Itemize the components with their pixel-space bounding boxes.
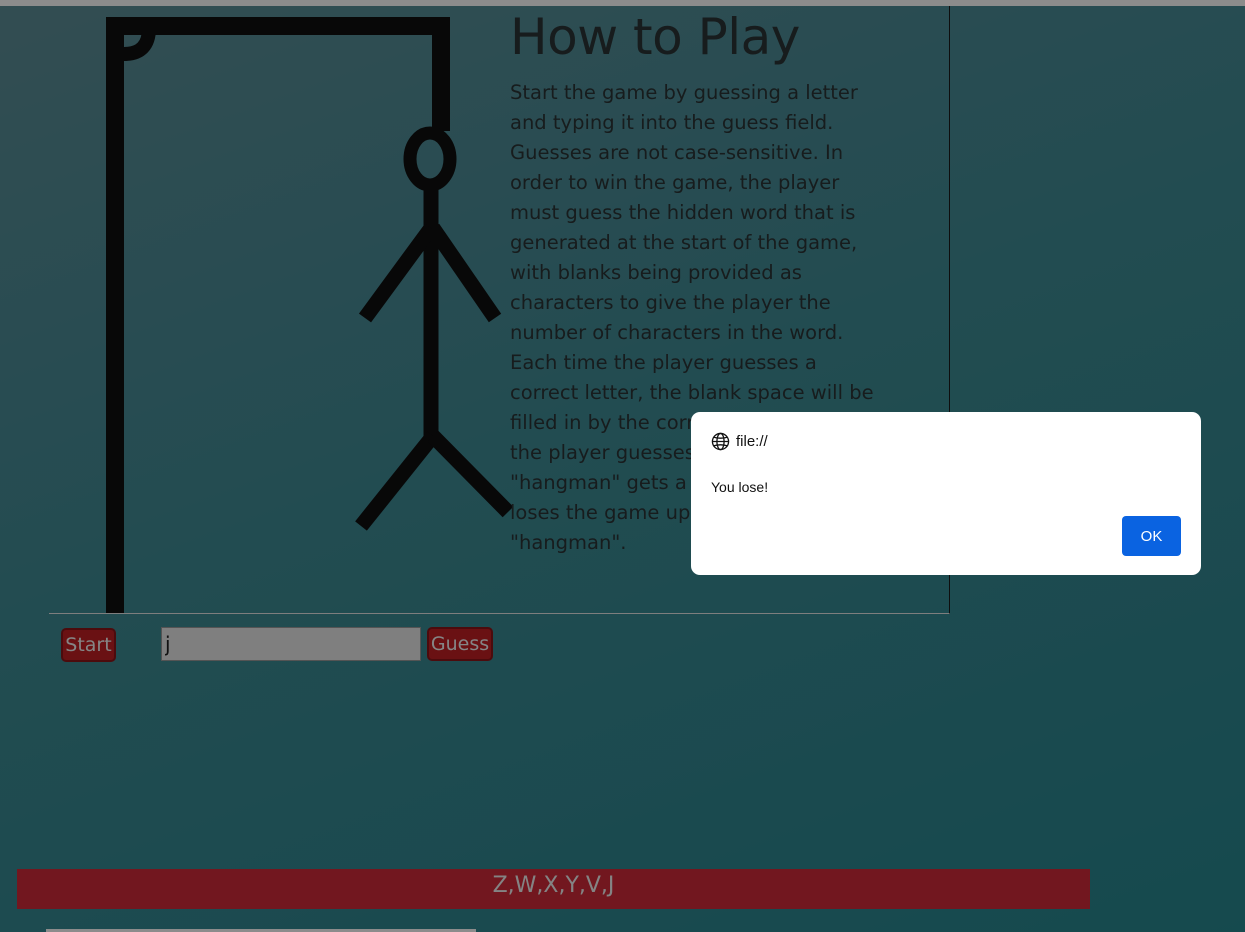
globe-icon bbox=[711, 432, 730, 451]
dialog-message: You lose! bbox=[711, 479, 769, 495]
dialog-origin-text: file:// bbox=[736, 433, 768, 450]
alert-dialog: file:// You lose! OK bbox=[691, 412, 1201, 575]
ok-button[interactable]: OK bbox=[1122, 516, 1181, 556]
dialog-origin: file:// bbox=[711, 432, 768, 451]
